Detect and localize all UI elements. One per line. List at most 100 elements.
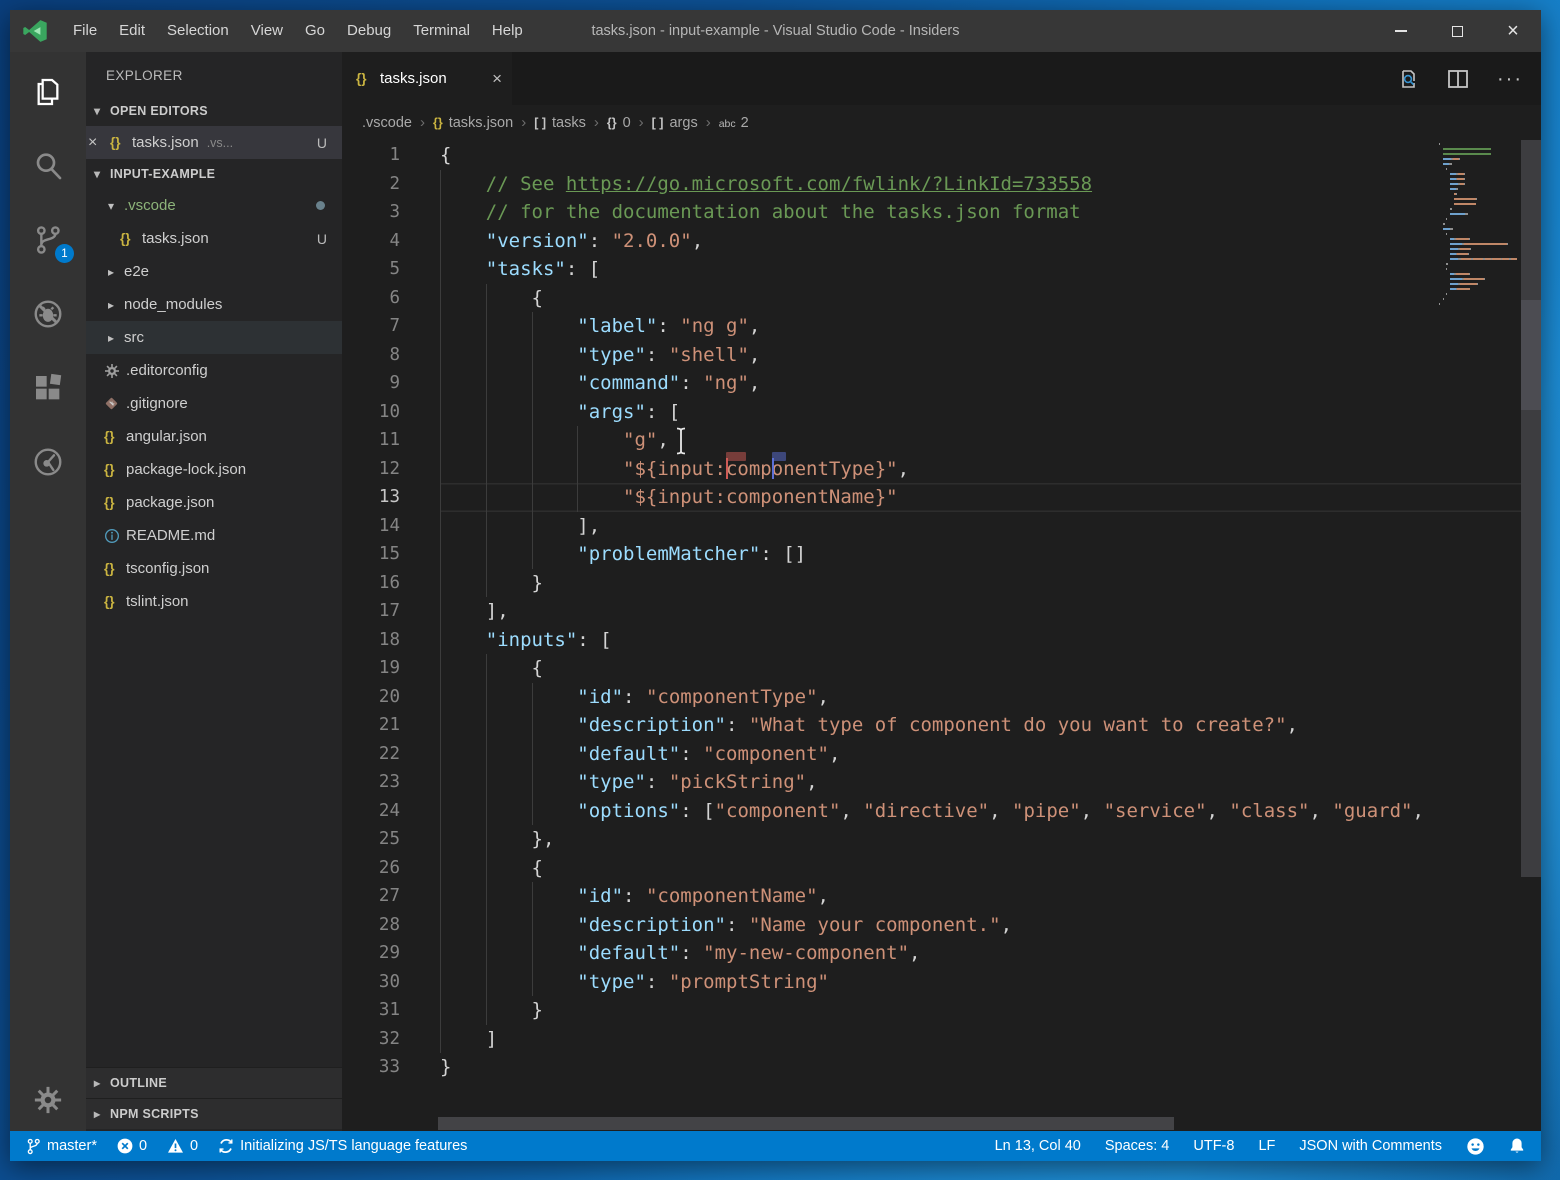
line-number[interactable]: 31 xyxy=(342,996,440,1025)
code-line-28[interactable]: 28 "description": "Name your component."… xyxy=(342,911,1541,940)
breadcrumb-item[interactable]: [ ]args xyxy=(652,115,698,131)
status-ln-13-col-40[interactable]: Ln 13, Col 40 xyxy=(995,1138,1081,1154)
code-line-29[interactable]: 29 "default": "my-new-component", xyxy=(342,939,1541,968)
folder--vscode[interactable]: ▾.vscode xyxy=(86,189,342,222)
split-editor-icon[interactable] xyxy=(1447,69,1469,89)
line-number[interactable]: 12 xyxy=(342,455,440,484)
breadcrumb-item[interactable]: abc2 xyxy=(719,115,749,131)
minimize-button[interactable] xyxy=(1373,10,1429,52)
code-line-33[interactable]: 33} xyxy=(342,1053,1541,1082)
code-editor[interactable]: 1{2 // See https://go.microsoft.com/fwli… xyxy=(342,140,1541,1131)
section-npm-scripts[interactable]: ▸NPM SCRIPTS xyxy=(86,1098,342,1129)
line-number[interactable]: 26 xyxy=(342,854,440,883)
line-number[interactable]: 17 xyxy=(342,597,440,626)
code-line-20[interactable]: 20 "id": "componentType", xyxy=(342,683,1541,712)
status-utf-8[interactable]: UTF-8 xyxy=(1193,1138,1234,1154)
menu-file[interactable]: File xyxy=(62,10,108,52)
file--editorconfig[interactable]: .editorconfig xyxy=(86,354,342,387)
project-root-header[interactable]: ▾ INPUT-EXAMPLE xyxy=(86,159,342,189)
code-line-25[interactable]: 25 }, xyxy=(342,825,1541,854)
activity-search-icon[interactable] xyxy=(10,129,86,203)
code-line-9[interactable]: 9 "command": "ng", xyxy=(342,369,1541,398)
line-number[interactable]: 32 xyxy=(342,1025,440,1054)
line-number[interactable]: 6 xyxy=(342,284,440,313)
code-line-17[interactable]: 17 ], xyxy=(342,597,1541,626)
minimap[interactable] xyxy=(1437,142,1521,307)
code-line-24[interactable]: 24 "options": ["component", "directive",… xyxy=(342,797,1541,826)
section-outline[interactable]: ▸OUTLINE xyxy=(86,1067,342,1098)
menu-debug[interactable]: Debug xyxy=(336,10,402,52)
code-line-1[interactable]: 1{ xyxy=(342,141,1541,170)
menu-selection[interactable]: Selection xyxy=(156,10,240,52)
file-package-lock-json[interactable]: {}package-lock.json xyxy=(86,453,342,486)
line-number[interactable]: 3 xyxy=(342,198,440,227)
code-line-16[interactable]: 16 } xyxy=(342,569,1541,598)
file-tsconfig-json[interactable]: {}tsconfig.json xyxy=(86,552,342,585)
line-number[interactable]: 22 xyxy=(342,740,440,769)
code-line-27[interactable]: 27 "id": "componentName", xyxy=(342,882,1541,911)
folder-e2e[interactable]: ▸e2e xyxy=(86,255,342,288)
status-json-with-comments[interactable]: JSON with Comments xyxy=(1299,1138,1442,1154)
menu-view[interactable]: View xyxy=(240,10,294,52)
line-number[interactable]: 9 xyxy=(342,369,440,398)
menu-go[interactable]: Go xyxy=(294,10,336,52)
code-line-11[interactable]: 11 "g", xyxy=(342,426,1541,455)
line-number[interactable]: 4 xyxy=(342,227,440,256)
line-number[interactable]: 16 xyxy=(342,569,440,598)
code-line-18[interactable]: 18 "inputs": [ xyxy=(342,626,1541,655)
vertical-scrollbar[interactable] xyxy=(1521,140,1541,877)
code-line-2[interactable]: 2 // See https://go.microsoft.com/fwlink… xyxy=(342,170,1541,199)
code-line-32[interactable]: 32 ] xyxy=(342,1025,1541,1054)
code-line-22[interactable]: 22 "default": "component", xyxy=(342,740,1541,769)
open-editors-header[interactable]: ▾ OPEN EDITORS xyxy=(86,96,342,126)
file-angular-json[interactable]: {}angular.json xyxy=(86,420,342,453)
code-line-21[interactable]: 21 "description": "What type of componen… xyxy=(342,711,1541,740)
line-number[interactable]: 29 xyxy=(342,939,440,968)
activity-source-control-icon[interactable]: 1 xyxy=(10,203,86,277)
open-preview-search-icon[interactable] xyxy=(1397,68,1419,90)
line-number[interactable]: 23 xyxy=(342,768,440,797)
line-number[interactable]: 21 xyxy=(342,711,440,740)
status-lf[interactable]: LF xyxy=(1258,1138,1275,1154)
code-line-19[interactable]: 19 { xyxy=(342,654,1541,683)
vertical-scrollbar-slider[interactable] xyxy=(1521,300,1541,410)
activity-extensions-icon[interactable] xyxy=(10,351,86,425)
line-number[interactable]: 15 xyxy=(342,540,440,569)
line-number[interactable]: 14 xyxy=(342,512,440,541)
status-initializing-js-ts-language-features[interactable]: Initializing JS/TS language features xyxy=(218,1138,467,1154)
line-number[interactable]: 20 xyxy=(342,683,440,712)
code-line-7[interactable]: 7 "label": "ng g", xyxy=(342,312,1541,341)
status-spaces-4[interactable]: Spaces: 4 xyxy=(1105,1138,1170,1154)
line-number[interactable]: 7 xyxy=(342,312,440,341)
line-number[interactable]: 13 xyxy=(342,483,440,512)
menu-help[interactable]: Help xyxy=(481,10,534,52)
menu-terminal[interactable]: Terminal xyxy=(402,10,481,52)
line-number[interactable]: 18 xyxy=(342,626,440,655)
activity-gauge-extension-icon[interactable] xyxy=(10,425,86,499)
file-readme-md[interactable]: README.md xyxy=(86,519,342,552)
file-package-json[interactable]: {}package.json xyxy=(86,486,342,519)
status-0[interactable]: 0 xyxy=(167,1138,198,1154)
activity-explorer-icon[interactable] xyxy=(10,55,86,129)
line-number[interactable]: 24 xyxy=(342,797,440,826)
line-number[interactable]: 11 xyxy=(342,426,440,455)
activity-debug-icon[interactable] xyxy=(10,277,86,351)
breadcrumb-item[interactable]: [ ]tasks xyxy=(534,115,586,131)
code-line-31[interactable]: 31 } xyxy=(342,996,1541,1025)
menu-edit[interactable]: Edit xyxy=(108,10,156,52)
line-number[interactable]: 1 xyxy=(342,141,440,170)
tab-close-icon[interactable]: × xyxy=(492,69,502,89)
file-tslint-json[interactable]: {}tslint.json xyxy=(86,585,342,618)
line-number[interactable]: 25 xyxy=(342,825,440,854)
more-actions-icon[interactable]: ··· xyxy=(1497,75,1523,83)
line-number[interactable]: 27 xyxy=(342,882,440,911)
breadcrumb-item[interactable]: {}0 xyxy=(607,115,631,131)
file-tasks-json[interactable]: {}tasks.jsonU xyxy=(86,222,342,255)
line-number[interactable]: 30 xyxy=(342,968,440,997)
status-bell-icon[interactable] xyxy=(1509,1137,1525,1155)
code-line-4[interactable]: 4 "version": "2.0.0", xyxy=(342,227,1541,256)
breadcrumb-item[interactable]: .vscode xyxy=(362,115,412,131)
folder-src[interactable]: ▸src xyxy=(86,321,342,354)
breadcrumb-item[interactable]: {}tasks.json xyxy=(433,115,513,131)
line-number[interactable]: 10 xyxy=(342,398,440,427)
